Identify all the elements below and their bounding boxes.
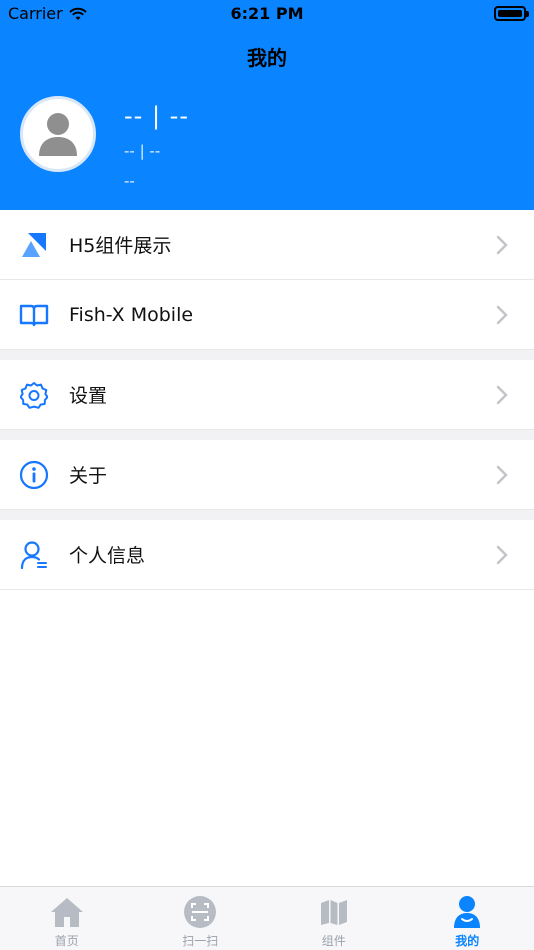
section-divider bbox=[0, 350, 534, 360]
user-profile-icon bbox=[19, 540, 49, 570]
section-divider bbox=[0, 430, 534, 440]
settings-menu: H5组件展示 Fish-X Mobile 设置 关于 个人信息 bbox=[0, 210, 534, 590]
user-department: -- | -- bbox=[124, 142, 161, 160]
home-icon bbox=[50, 895, 84, 929]
tab-label: 扫一扫 bbox=[182, 934, 219, 948]
tab-home[interactable]: 首页 bbox=[0, 887, 134, 950]
user-extra: -- bbox=[124, 172, 135, 190]
menu-item-settings[interactable]: 设置 bbox=[0, 360, 534, 430]
tab-label: 我的 bbox=[455, 934, 480, 948]
h5-components-icon bbox=[19, 230, 49, 260]
menu-item-label: Fish-X Mobile bbox=[69, 303, 194, 326]
menu-item-label: 关于 bbox=[69, 465, 108, 487]
clock: 6:21 PM bbox=[230, 4, 304, 23]
menu-item-label: 设置 bbox=[69, 385, 108, 407]
profile-card[interactable]: -- | -- -- | -- -- bbox=[20, 96, 514, 196]
chevron-right-icon bbox=[496, 385, 508, 405]
chevron-right-icon bbox=[496, 305, 508, 325]
info-icon bbox=[19, 460, 49, 490]
tab-label: 首页 bbox=[54, 934, 79, 948]
tab-scan[interactable]: 扫一扫 bbox=[134, 887, 268, 950]
section-divider bbox=[0, 510, 534, 520]
menu-item-fish-x-mobile[interactable]: Fish-X Mobile bbox=[0, 280, 534, 350]
menu-item-personal-info[interactable]: 个人信息 bbox=[0, 520, 534, 590]
book-icon bbox=[19, 300, 49, 330]
scan-icon bbox=[183, 895, 217, 929]
tab-components[interactable]: 组件 bbox=[267, 887, 401, 950]
status-bar: Carrier 6:21 PM bbox=[0, 0, 534, 28]
user-icon bbox=[450, 895, 484, 929]
chevron-right-icon bbox=[496, 545, 508, 565]
menu-item-h5-components[interactable]: H5组件展示 bbox=[0, 210, 534, 280]
gear-icon bbox=[19, 380, 49, 410]
menu-item-label: 个人信息 bbox=[69, 545, 146, 567]
tab-mine[interactable]: 我的 bbox=[401, 887, 534, 950]
menu-item-about[interactable]: 关于 bbox=[0, 440, 534, 510]
default-avatar-icon bbox=[39, 113, 77, 156]
avatar[interactable] bbox=[20, 96, 96, 172]
my-page-screen: Carrier 6:21 PM 我的 -- | -- -- | -- -- H5… bbox=[0, 0, 534, 950]
user-name: -- | -- bbox=[124, 102, 189, 130]
profile-header: Carrier 6:21 PM 我的 -- | -- -- | -- -- bbox=[0, 0, 534, 210]
battery-icon bbox=[494, 6, 529, 21]
chevron-right-icon bbox=[496, 465, 508, 485]
tab-bar: 首页 扫一扫 组件 我的 bbox=[0, 886, 534, 950]
page-title: 我的 bbox=[247, 46, 287, 70]
chevron-right-icon bbox=[496, 235, 508, 255]
tab-label: 组件 bbox=[321, 934, 346, 948]
menu-item-label: H5组件展示 bbox=[69, 235, 172, 257]
map-icon bbox=[317, 895, 351, 929]
